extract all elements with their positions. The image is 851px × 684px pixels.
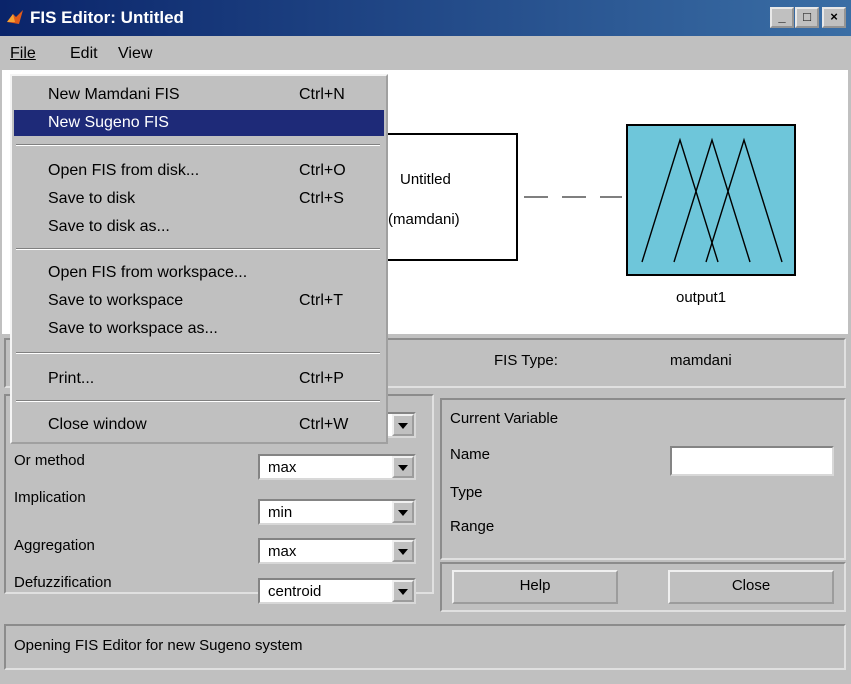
title-bar: FIS Editor: Untitled _ □ × [0, 0, 851, 36]
menu-item-shortcut: Ctrl+W [299, 416, 349, 433]
menu-separator [16, 248, 380, 250]
aggregation-value: max [268, 543, 297, 560]
defuzzification-value: centroid [268, 583, 322, 600]
chevron-down-icon[interactable] [392, 540, 414, 562]
membership-functions-icon [641, 137, 783, 263]
help-button[interactable]: Help [452, 570, 618, 604]
menu-item-label: Close window [48, 416, 147, 433]
aggregation-label: Aggregation [14, 537, 95, 554]
window-title: FIS Editor: Untitled [30, 8, 184, 27]
defuzzification-label: Defuzzification [14, 574, 112, 591]
variable-type-label: Type [450, 484, 483, 501]
connector-line [524, 196, 622, 198]
aggregation-select[interactable]: max [258, 538, 416, 564]
file-dropdown-menu: New Mamdani FIS Ctrl+N New Sugeno FIS Op… [10, 74, 388, 444]
menu-separator [16, 144, 380, 146]
menu-item-label: Open FIS from workspace... [48, 264, 248, 281]
variable-name-label: Name [450, 446, 491, 463]
close-window-button[interactable]: × [822, 7, 846, 28]
menu-item-label: Save to disk as... [48, 218, 170, 235]
menu-view[interactable]: View [118, 45, 152, 63]
maximize-icon: □ [803, 9, 811, 24]
menu-file[interactable]: File [10, 45, 36, 63]
menu-item-shortcut: Ctrl+N [299, 86, 345, 103]
menu-item-close-window[interactable]: Close window Ctrl+W [14, 412, 384, 438]
close-button[interactable]: Close [668, 570, 834, 604]
menu-item-label: Open FIS from disk... [48, 162, 200, 179]
chevron-down-icon[interactable] [392, 414, 414, 436]
menu-separator [16, 352, 380, 354]
menu-item-save-workspace[interactable]: Save to workspace Ctrl+T [14, 288, 384, 314]
menu-item-shortcut: Ctrl+P [299, 370, 344, 387]
or-method-select[interactable]: max [258, 454, 416, 480]
close-icon: × [830, 9, 838, 24]
menu-item-label: Save to disk [48, 190, 136, 207]
fis-type-label: (mamdani) [388, 211, 460, 228]
menu-item-print[interactable]: Print... Ctrl+P [14, 366, 384, 392]
implication-label: Implication [14, 489, 86, 506]
fis-name: Untitled [400, 171, 451, 188]
output-name: output1 [676, 289, 727, 306]
minimize-icon: _ [778, 9, 786, 24]
fis-type-caption: FIS Type: [494, 352, 558, 369]
menu-edit[interactable]: Edit [70, 45, 98, 63]
or-method-value: max [268, 459, 297, 476]
menu-item-new-sugeno[interactable]: New Sugeno FIS [14, 110, 384, 136]
defuzzification-select[interactable]: centroid [258, 578, 416, 604]
current-variable-heading: Current Variable [450, 410, 559, 427]
matlab-app-icon [7, 10, 23, 24]
menu-item-label: Print... [48, 370, 95, 387]
implication-select[interactable]: min [258, 499, 416, 525]
menu-separator [16, 400, 380, 402]
menu-bar: File Edit View [0, 40, 851, 70]
fis-type-value: mamdani [670, 352, 732, 369]
menu-item-save-workspace-as[interactable]: Save to workspace as... [14, 316, 384, 342]
menu-item-save-disk-as[interactable]: Save to disk as... [14, 214, 384, 240]
maximize-button[interactable]: □ [795, 7, 819, 28]
or-method-label: Or method [14, 452, 85, 469]
minimize-button[interactable]: _ [770, 7, 794, 28]
menu-item-shortcut: Ctrl+T [299, 292, 343, 309]
status-text: Opening FIS Editor for new Sugeno system [14, 637, 303, 654]
menu-item-label: Save to workspace [48, 292, 184, 309]
fis-system-block[interactable]: Untitled (mamdani) [370, 133, 518, 261]
menu-item-label: New Sugeno FIS [48, 114, 169, 131]
menu-item-save-disk[interactable]: Save to disk Ctrl+S [14, 186, 384, 212]
menu-item-new-mamdani[interactable]: New Mamdani FIS Ctrl+N [14, 82, 384, 108]
menu-item-open-fis-disk[interactable]: Open FIS from disk... Ctrl+O [14, 158, 384, 184]
implication-value: min [268, 504, 293, 521]
menu-item-shortcut: Ctrl+O [299, 162, 346, 179]
output-variable-block[interactable] [626, 124, 796, 276]
menu-item-open-fis-workspace[interactable]: Open FIS from workspace... [14, 260, 384, 286]
menu-item-label: Save to workspace as... [48, 320, 218, 337]
variable-range-label: Range [450, 518, 495, 535]
chevron-down-icon[interactable] [392, 580, 414, 602]
menu-item-shortcut: Ctrl+S [299, 190, 344, 207]
chevron-down-icon[interactable] [392, 501, 414, 523]
chevron-down-icon[interactable] [392, 456, 414, 478]
variable-name-field[interactable] [670, 446, 834, 476]
menu-item-label: New Mamdani FIS [48, 86, 180, 103]
